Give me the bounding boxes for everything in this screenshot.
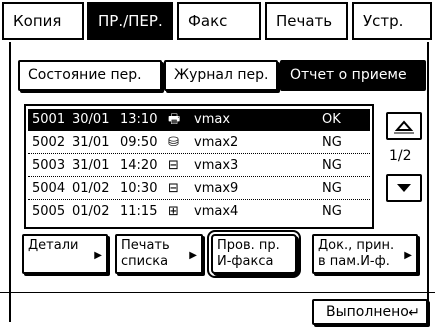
memory-box-icon: ⊞: [168, 204, 179, 219]
job-time: 11:15: [120, 204, 158, 219]
done-button[interactable]: Выполнено ↵: [312, 299, 428, 325]
subtab-rx-report-label: Отчет о приеме: [290, 67, 407, 83]
tab-copy-label: Копия: [13, 12, 62, 30]
check-ifax-line2: И-факса: [217, 254, 274, 269]
triangle-right-icon: ▶: [94, 250, 102, 261]
job-id: 5005: [32, 204, 66, 219]
job-name: vmax9: [194, 181, 239, 196]
tab-fax-label: Факс: [188, 12, 228, 30]
job-date: 31/01: [72, 158, 110, 173]
tab-print-label: Печать: [276, 12, 333, 30]
job-date: 01/02: [72, 204, 110, 219]
job-name: vmax2: [194, 135, 239, 150]
done-label: Выполнено: [326, 304, 409, 320]
details-button[interactable]: Детали ▶: [22, 234, 108, 274]
job-status: NG: [322, 158, 342, 173]
list-item[interactable]: 5004 01/02 10:30 ⊟ vmax9 NG: [28, 178, 370, 200]
job-name: vmax3: [194, 158, 239, 173]
tab-print[interactable]: Печать: [265, 2, 348, 40]
job-time: 13:10: [120, 112, 158, 127]
subtab-rx-report[interactable]: Отчет о приеме: [280, 60, 426, 91]
subtab-tx-log[interactable]: Журнал пер.: [164, 60, 278, 91]
scroll-down-button[interactable]: [386, 174, 422, 202]
scroll-up-button[interactable]: [386, 112, 422, 140]
job-status: NG: [322, 204, 342, 219]
tab-tx-rx[interactable]: ПР./ПЕР.: [87, 2, 173, 40]
docs-in-memory-line1: Док., прин.: [318, 238, 395, 253]
inbox-icon: ⊟: [168, 158, 179, 173]
job-list: 5001 30/01 13:10 🖶 vmax OK 5002 31/01 09…: [24, 104, 374, 229]
tab-tx-rx-label: ПР./ПЕР.: [98, 12, 163, 30]
triangle-right-icon: ▶: [189, 250, 197, 261]
job-date: 01/02: [72, 181, 110, 196]
triangle-up-icon: [394, 120, 414, 134]
printer-icon: 🖶: [168, 112, 181, 127]
enter-icon: ↵: [408, 305, 420, 321]
subtab-tx-log-label: Журнал пер.: [174, 67, 269, 83]
job-id: 5001: [32, 112, 66, 127]
job-date: 30/01: [72, 112, 110, 127]
tab-device-label: Устр.: [363, 12, 404, 30]
page-indicator: 1/2: [389, 148, 412, 164]
list-item[interactable]: 5002 31/01 09:50 ⛁ vmax2 NG: [28, 132, 370, 154]
docs-in-memory-line2: в пам.И-ф.: [318, 254, 390, 269]
triangle-down-icon: [397, 184, 411, 192]
tab-device[interactable]: Устр.: [352, 2, 432, 40]
subtab-tx-status-label: Состояние пер.: [28, 67, 142, 83]
tab-fax[interactable]: Факс: [177, 2, 261, 40]
job-status: NG: [322, 135, 342, 150]
print-list-button[interactable]: Печать списка ▶: [115, 234, 203, 274]
check-ifax-line1: Пров. пр.: [217, 238, 280, 253]
list-item[interactable]: 5005 01/02 11:15 ⊞ vmax4 NG: [28, 201, 370, 223]
job-time: 09:50: [120, 135, 158, 150]
job-time: 14:20: [120, 158, 158, 173]
job-name: vmax4: [194, 204, 239, 219]
job-date: 31/01: [72, 135, 110, 150]
job-status: NG: [322, 181, 342, 196]
job-id: 5002: [32, 135, 66, 150]
network-icon: ⛁: [168, 135, 179, 150]
job-status: OK: [322, 112, 341, 127]
list-item[interactable]: 5001 30/01 13:10 🖶 vmax OK: [28, 109, 370, 131]
screen: Копия ПР./ПЕР. Факс Печать Устр. Состоян…: [0, 0, 435, 329]
tab-copy[interactable]: Копия: [2, 2, 84, 40]
triangle-right-icon: ▶: [404, 250, 412, 261]
docs-in-memory-button[interactable]: Док., прин. в пам.И-ф. ▶: [312, 234, 418, 274]
subtab-tx-status[interactable]: Состояние пер.: [18, 60, 162, 91]
job-id: 5004: [32, 181, 66, 196]
check-ifax-button[interactable]: Пров. пр. И-факса: [207, 230, 301, 278]
job-time: 10:30: [120, 181, 158, 196]
inbox-icon: ⊟: [168, 181, 179, 196]
job-id: 5003: [32, 158, 66, 173]
list-item[interactable]: 5003 31/01 14:20 ⊟ vmax3 NG: [28, 155, 370, 177]
main-tab-bar: Копия ПР./ПЕР. Факс Печать Устр.: [0, 0, 435, 44]
job-name: vmax: [194, 112, 231, 127]
